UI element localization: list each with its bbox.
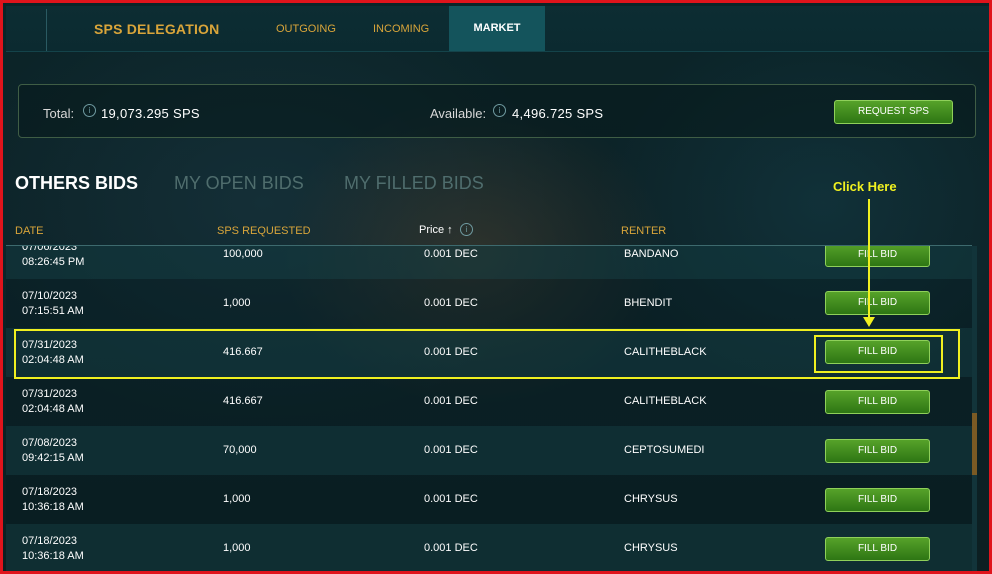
table-row: 07/31/2023 02:04:48 AM 416.667 0.001 DEC… bbox=[6, 377, 972, 426]
row-sps-requested: 100,000 bbox=[223, 248, 263, 260]
annotation-arrow-line bbox=[868, 199, 870, 319]
available-label: Available: bbox=[430, 106, 487, 121]
row-renter: BHENDIT bbox=[624, 297, 673, 309]
row-date-time: 10:36:18 AM bbox=[22, 501, 84, 513]
info-icon[interactable]: i bbox=[83, 104, 96, 117]
highlighted-button-annotation bbox=[814, 335, 943, 373]
row-price: 0.001 DEC bbox=[424, 444, 478, 456]
price-info-icon[interactable]: i bbox=[460, 223, 473, 236]
row-date-time: 10:36:18 AM bbox=[22, 550, 84, 562]
table-row: 07/18/2023 10:36:18 AM 1,000 0.001 DEC C… bbox=[6, 524, 972, 571]
row-sps-requested: 1,000 bbox=[223, 542, 251, 554]
table-row: 07/08/2023 09:42:15 AM 70,000 0.001 DEC … bbox=[6, 426, 972, 475]
row-date: 07/18/2023 10:36:18 AM bbox=[22, 485, 84, 515]
row-date-time: 07:15:51 AM bbox=[22, 305, 84, 317]
available-value: 4,496.725 SPS bbox=[512, 106, 604, 121]
row-date-time: 02:04:48 AM bbox=[22, 403, 84, 415]
tab-outgoing[interactable]: OUTGOING bbox=[276, 23, 336, 35]
click-here-annotation: Click Here bbox=[833, 179, 897, 194]
row-date: 07/08/2023 09:42:15 AM bbox=[22, 436, 84, 466]
column-header-price[interactable]: Price ↑ bbox=[419, 224, 453, 236]
row-renter: BANDANO bbox=[624, 248, 679, 260]
tab-my-filled-bids[interactable]: MY FILLED BIDS bbox=[344, 173, 484, 194]
row-date: 07/06/2023 08:26:45 PM bbox=[22, 246, 84, 270]
tab-others-bids[interactable]: OTHERS BIDS bbox=[15, 173, 138, 194]
fill-bid-button[interactable]: FILL BID bbox=[825, 291, 930, 315]
nav-divider bbox=[46, 9, 47, 51]
row-renter: CHRYSUS bbox=[624, 493, 678, 505]
row-price: 0.001 DEC bbox=[424, 248, 478, 260]
row-sps-requested: 1,000 bbox=[223, 297, 251, 309]
row-date-day: 07/08/2023 bbox=[22, 437, 78, 449]
total-value: 19,073.295 SPS bbox=[101, 106, 200, 121]
sps-summary-panel: Total: i 19,073.295 SPS Available: i 4,4… bbox=[18, 84, 976, 138]
row-price: 0.001 DEC bbox=[424, 297, 478, 309]
arrow-down-icon bbox=[863, 317, 875, 327]
fill-bid-button[interactable]: FILL BID bbox=[825, 537, 930, 561]
row-date-time: 09:42:15 AM bbox=[22, 452, 84, 464]
fill-bid-button[interactable]: FILL BID bbox=[825, 488, 930, 512]
table-row: 07/06/2023 08:26:45 PM 100,000 0.001 DEC… bbox=[6, 246, 972, 279]
row-date-day: 07/31/2023 bbox=[22, 388, 78, 400]
bids-table-body: 07/06/2023 08:26:45 PM 100,000 0.001 DEC… bbox=[6, 246, 972, 571]
row-date: 07/18/2023 10:36:18 AM bbox=[22, 534, 84, 564]
row-price: 0.001 DEC bbox=[424, 395, 478, 407]
column-header-date[interactable]: DATE bbox=[15, 225, 44, 237]
row-date-day: 07/18/2023 bbox=[22, 486, 78, 498]
table-row: 07/18/2023 10:36:18 AM 1,000 0.001 DEC C… bbox=[6, 475, 972, 524]
row-sps-requested: 416.667 bbox=[223, 395, 263, 407]
brand-title: SPS DELEGATION bbox=[94, 21, 220, 37]
row-renter: CHRYSUS bbox=[624, 542, 678, 554]
app-window: SPS DELEGATION OUTGOING INCOMING MARKET … bbox=[0, 0, 992, 574]
row-date-time: 08:26:45 PM bbox=[22, 256, 85, 268]
fill-bid-button[interactable]: FILL BID bbox=[825, 246, 930, 267]
column-header-renter[interactable]: RENTER bbox=[621, 225, 666, 237]
fill-bid-button[interactable]: FILL BID bbox=[825, 390, 930, 414]
tab-market[interactable]: MARKET bbox=[449, 6, 545, 51]
row-sps-requested: 1,000 bbox=[223, 493, 251, 505]
table-row: 07/10/2023 07:15:51 AM 1,000 0.001 DEC B… bbox=[6, 279, 972, 328]
row-date: 07/31/2023 02:04:48 AM bbox=[22, 387, 84, 417]
row-sps-requested: 70,000 bbox=[223, 444, 257, 456]
row-date-day: 07/10/2023 bbox=[22, 290, 78, 302]
total-label: Total: bbox=[43, 106, 75, 121]
row-renter: CEPTOSUMEDI bbox=[624, 444, 705, 456]
tab-my-open-bids[interactable]: MY OPEN BIDS bbox=[174, 173, 304, 194]
row-date-day: 07/18/2023 bbox=[22, 535, 78, 547]
row-price: 0.001 DEC bbox=[424, 542, 478, 554]
request-sps-button[interactable]: REQUEST SPS bbox=[834, 100, 953, 124]
row-price: 0.001 DEC bbox=[424, 493, 478, 505]
row-renter: CALITHEBLACK bbox=[624, 395, 707, 407]
info-icon[interactable]: i bbox=[493, 104, 506, 117]
column-header-sps-requested[interactable]: SPS REQUESTED bbox=[217, 225, 311, 237]
row-date-day: 07/06/2023 bbox=[22, 246, 78, 253]
row-date: 07/10/2023 07:15:51 AM bbox=[22, 289, 84, 319]
top-navigation: SPS DELEGATION OUTGOING INCOMING MARKET bbox=[6, 6, 989, 52]
tab-incoming[interactable]: INCOMING bbox=[373, 23, 429, 35]
fill-bid-button[interactable]: FILL BID bbox=[825, 439, 930, 463]
scrollbar-thumb[interactable] bbox=[972, 413, 977, 475]
table-scrollbar[interactable] bbox=[972, 246, 977, 571]
